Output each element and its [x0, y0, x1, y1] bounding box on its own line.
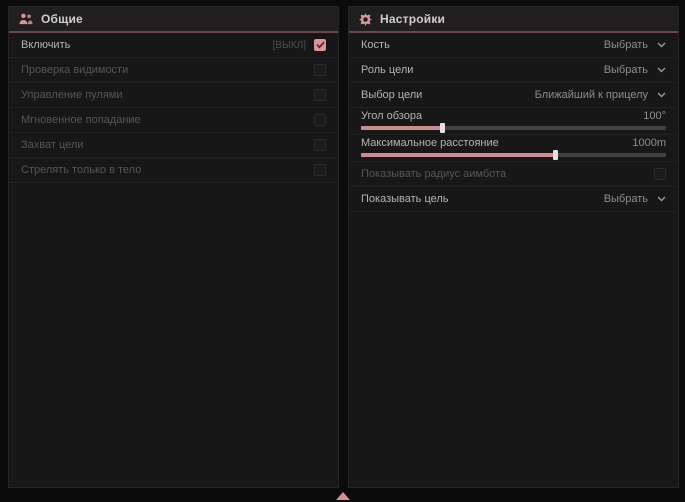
- keybind-hint: [ВЫКЛ]: [273, 40, 306, 51]
- row-label: Роль цели: [361, 64, 413, 76]
- gear-icon: [359, 13, 372, 26]
- row-label: Показывать радиус аимбота: [361, 168, 506, 180]
- panel-settings-header: Настройки: [349, 7, 678, 33]
- row-label: Проверка видимости: [21, 64, 128, 76]
- row-bone[interactable]: Кость Выбрать: [350, 33, 677, 58]
- chevron-down-icon: [657, 92, 666, 98]
- checkbox-bullet-control[interactable]: [314, 89, 326, 101]
- fov-slider-thumb[interactable]: [440, 123, 445, 133]
- row-fov: Угол обзора 100°: [350, 108, 677, 135]
- chevron-down-icon: [657, 67, 666, 73]
- panel-title: Настройки: [380, 12, 445, 26]
- row-target-lock[interactable]: Захват цели: [10, 133, 337, 158]
- max-distance-slider-thumb[interactable]: [553, 150, 558, 160]
- panel-general-body: Включить [ВЫКЛ] Проверка видимости Управ…: [9, 33, 338, 487]
- max-distance-slider[interactable]: [361, 153, 666, 157]
- checkbox-visibility-check[interactable]: [314, 64, 326, 76]
- row-target-role[interactable]: Роль цели Выбрать: [350, 58, 677, 83]
- users-icon: [19, 13, 33, 25]
- panel-general-header: Общие: [9, 7, 338, 33]
- checkbox-enable[interactable]: [314, 39, 326, 51]
- checkbox-instant-hit[interactable]: [314, 114, 326, 126]
- panel-title: Общие: [41, 12, 83, 26]
- fov-slider[interactable]: [361, 126, 666, 130]
- show-target-dropdown[interactable]: Выбрать: [604, 193, 666, 205]
- max-distance-value: 1000m: [632, 137, 666, 149]
- row-label: Угол обзора: [361, 110, 422, 122]
- row-label: Мгновенное попадание: [21, 114, 141, 126]
- row-visibility-check[interactable]: Проверка видимости: [10, 58, 337, 83]
- dropdown-value: Ближайший к прицелу: [535, 89, 648, 101]
- bone-dropdown[interactable]: Выбрать: [604, 39, 666, 51]
- triangle-up-icon[interactable]: [336, 492, 350, 500]
- checkbox-show-aimbot-radius[interactable]: [654, 168, 666, 180]
- row-label: Захват цели: [21, 139, 83, 151]
- row-show-target[interactable]: Показывать цель Выбрать: [350, 187, 677, 212]
- chevron-down-icon: [657, 196, 666, 202]
- target-select-dropdown[interactable]: Ближайший к прицелу: [535, 89, 666, 101]
- chevron-down-icon: [657, 42, 666, 48]
- row-show-aimbot-radius[interactable]: Показывать радиус аимбота: [350, 162, 677, 187]
- panel-general: Общие Включить [ВЫКЛ] Проверка видимости…: [8, 6, 339, 488]
- dropdown-value: Выбрать: [604, 39, 648, 51]
- row-target-select[interactable]: Выбор цели Ближайший к прицелу: [350, 83, 677, 108]
- row-enable[interactable]: Включить [ВЫКЛ]: [10, 33, 337, 58]
- checkbox-body-only[interactable]: [314, 164, 326, 176]
- row-instant-hit[interactable]: Мгновенное попадание: [10, 108, 337, 133]
- row-label: Кость: [361, 39, 390, 51]
- row-label: Стрелять только в тело: [21, 164, 141, 176]
- panels-container: Общие Включить [ВЫКЛ] Проверка видимости…: [0, 0, 685, 488]
- row-bullet-control[interactable]: Управление пулями: [10, 83, 337, 108]
- row-label: Управление пулями: [21, 89, 123, 101]
- target-role-dropdown[interactable]: Выбрать: [604, 64, 666, 76]
- fov-value: 100°: [643, 110, 666, 122]
- dropdown-value: Выбрать: [604, 64, 648, 76]
- checkbox-target-lock[interactable]: [314, 139, 326, 151]
- row-label: Выбор цели: [361, 89, 422, 101]
- row-label: Максимальное расстояние: [361, 137, 499, 149]
- panel-settings-body: Кость Выбрать Роль цели Выбрать: [349, 33, 678, 487]
- row-max-distance: Максимальное расстояние 1000m: [350, 135, 677, 162]
- row-label: Показывать цель: [361, 193, 449, 205]
- row-label: Включить: [21, 39, 70, 51]
- row-body-only[interactable]: Стрелять только в тело: [10, 158, 337, 183]
- panel-settings: Настройки Кость Выбрать Роль цели Выбрат…: [348, 6, 679, 488]
- dropdown-value: Выбрать: [604, 193, 648, 205]
